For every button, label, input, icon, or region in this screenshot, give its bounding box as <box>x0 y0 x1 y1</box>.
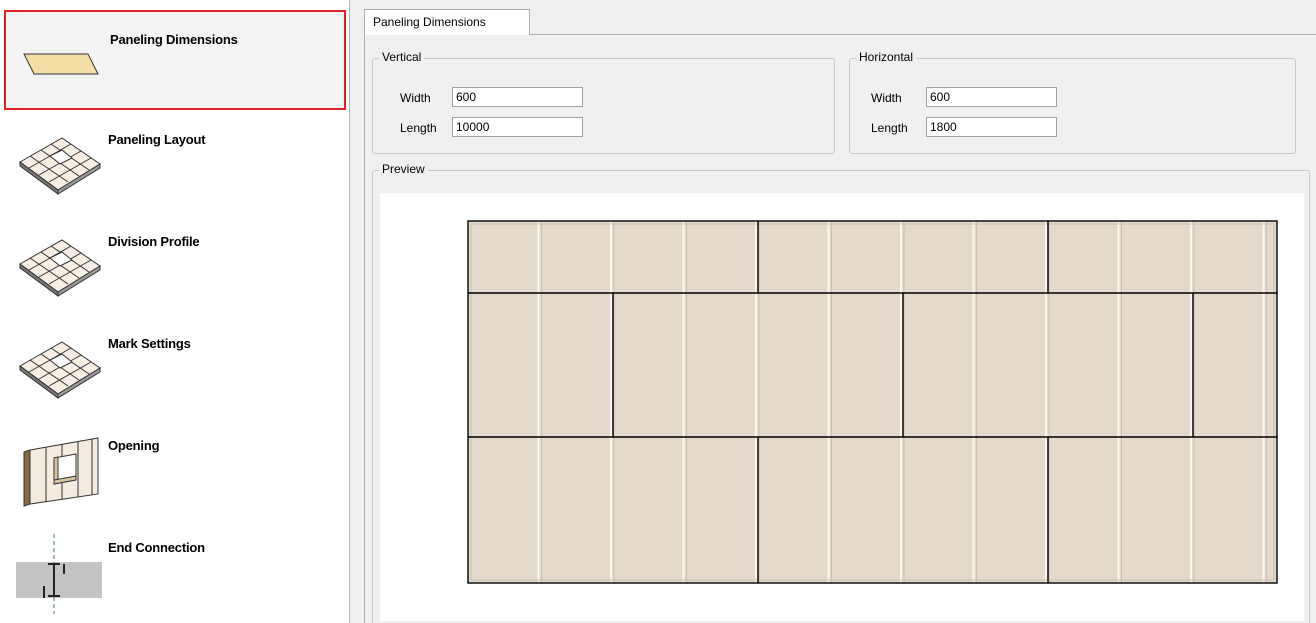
tab-paneling-dimensions[interactable]: Paneling Dimensions <box>364 9 530 35</box>
nav-item-paneling-dimensions[interactable]: Paneling Dimensions <box>4 10 346 110</box>
tab-panel: Vertical Width Length Horizontal Width L… <box>364 34 1316 623</box>
nav-item-mark-settings[interactable]: Mark Settings <box>4 316 346 416</box>
nav-item-label: Opening <box>108 438 160 453</box>
nav-item-division-profile[interactable]: Division Profile <box>4 214 346 314</box>
preview-group: Preview <box>372 162 1310 623</box>
nav-item-label: Paneling Dimensions <box>110 32 238 47</box>
preview-canvas <box>380 193 1304 621</box>
horizontal-width-label: Width <box>871 91 902 105</box>
tab-label: Paneling Dimensions <box>373 15 486 29</box>
horizontal-group: Horizontal Width Length <box>849 50 1296 154</box>
settings-category-list: Paneling Dimensions Paneling Layout Divi… <box>0 0 350 623</box>
mark-settings-icon <box>19 341 101 399</box>
nav-item-opening[interactable]: Opening <box>4 418 346 518</box>
nav-item-label: End Connection <box>108 540 205 555</box>
horizontal-length-label: Length <box>871 121 908 135</box>
panel-sheet-icon <box>23 53 99 75</box>
nav-item-label: Division Profile <box>108 234 200 249</box>
horizontal-length-input[interactable] <box>926 117 1057 137</box>
vertical-width-label: Width <box>400 91 431 105</box>
paneling-settings-dialog: Paneling Dimensions Paneling Layout Divi… <box>0 0 1316 623</box>
horizontal-group-title: Horizontal <box>856 50 917 64</box>
vertical-group: Vertical Width Length <box>372 50 835 154</box>
vertical-group-title: Vertical <box>379 50 425 64</box>
nav-item-label: Paneling Layout <box>108 132 206 147</box>
nav-item-end-connection[interactable]: End Connection <box>4 520 346 620</box>
vertical-length-label: Length <box>400 121 437 135</box>
vertical-length-input[interactable] <box>452 117 583 137</box>
horizontal-width-input[interactable] <box>926 87 1057 107</box>
paneling-layout-icon <box>19 137 101 195</box>
end-connection-icon <box>16 534 102 614</box>
division-profile-icon <box>19 239 101 297</box>
preview-group-title: Preview <box>379 162 428 176</box>
preview-panel-fill <box>468 221 1277 583</box>
nav-item-label: Mark Settings <box>108 336 191 351</box>
opening-wall-icon <box>23 437 99 507</box>
paneling-preview-drawing <box>467 220 1278 584</box>
nav-item-paneling-layout[interactable]: Paneling Layout <box>4 112 346 212</box>
vertical-width-input[interactable] <box>452 87 583 107</box>
